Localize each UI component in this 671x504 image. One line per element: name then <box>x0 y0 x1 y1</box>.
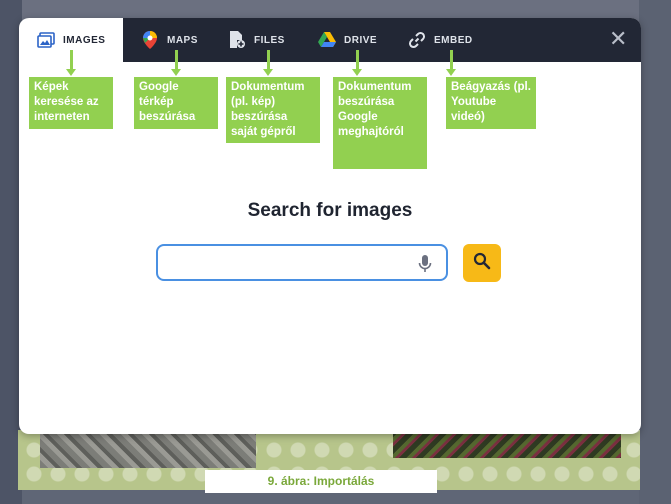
background-photo-flowers <box>393 430 621 458</box>
tab-files-label: FILES <box>254 34 285 46</box>
tab-embed-label: EMBED <box>434 34 473 46</box>
callout-arrow-images <box>70 50 73 70</box>
callout-embed: Beágyazás (pl. Youtube videó) <box>446 77 536 129</box>
search-field <box>156 244 448 281</box>
tab-embed[interactable]: EMBED <box>408 18 473 62</box>
tab-files[interactable]: FILES <box>228 18 285 62</box>
callout-arrow-embed <box>450 50 453 70</box>
images-icon <box>37 31 55 49</box>
callout-arrow-drive <box>356 50 359 70</box>
tab-drive[interactable]: DRIVE <box>318 18 377 62</box>
callout-files: Dokumentum (pl. kép) beszúrása saját gép… <box>226 77 320 143</box>
search-input[interactable] <box>168 252 412 276</box>
google-drive-icon <box>318 31 336 49</box>
callout-arrow-maps <box>175 50 178 70</box>
callout-arrowhead-embed <box>446 69 456 76</box>
callout-arrowhead-files <box>263 69 273 76</box>
file-add-icon <box>228 31 246 49</box>
map-pin-icon <box>141 31 159 49</box>
link-icon <box>408 31 426 49</box>
callout-drive: Dokumentum beszúrása Google meghajtóról <box>333 77 427 169</box>
callout-arrow-files <box>267 50 270 70</box>
figure-caption: 9. ábra: Importálás <box>205 470 437 493</box>
search-title: Search for images <box>247 200 413 221</box>
background-photo-stones <box>40 430 256 468</box>
tab-drive-label: DRIVE <box>344 34 378 46</box>
background-right <box>639 0 671 504</box>
callout-maps: Google térkép beszúrása <box>134 77 218 129</box>
tab-bar: IMAGES MAPS FILES DRIVE EMBED ✕ <box>19 18 641 62</box>
callout-arrowhead-maps <box>171 69 181 76</box>
search-button[interactable] <box>463 244 501 282</box>
microphone-icon[interactable] <box>418 254 432 274</box>
callout-arrowhead-images <box>66 69 76 76</box>
callout-arrowhead-drive <box>352 69 362 76</box>
callout-images: Képek keresése az interneten <box>29 77 113 129</box>
tab-maps-label: MAPS <box>167 34 198 46</box>
tab-maps[interactable]: MAPS <box>141 18 198 62</box>
tab-images-label: IMAGES <box>63 34 106 46</box>
close-icon[interactable]: ✕ <box>609 28 627 50</box>
search-icon <box>473 252 491 275</box>
